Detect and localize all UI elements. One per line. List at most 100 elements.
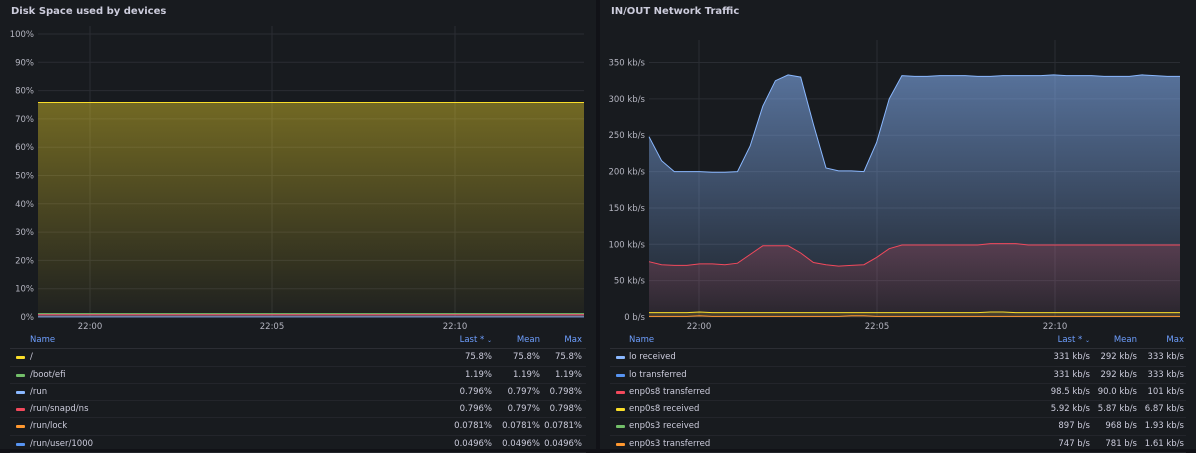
legend-header-max[interactable]: Max xyxy=(564,332,582,348)
disk-space-panel: Disk Space used by devices 0% 10% 20% 30% 40… xyxy=(0,0,596,453)
legend-last: 0.796% xyxy=(459,386,492,397)
series-area xyxy=(38,102,584,318)
legend-name[interactable]: enp0s3 transferred xyxy=(629,436,710,452)
legend-name[interactable]: /run/lock xyxy=(30,418,67,434)
x-tick-label: 22:00 xyxy=(78,322,103,332)
y-tick-label: 60% xyxy=(15,143,34,153)
y-tick-label: 250 kb/s xyxy=(608,131,645,141)
legend-max: 6.87 kb/s xyxy=(1144,404,1184,415)
legend-last: 98.5 kb/s xyxy=(1050,386,1090,397)
x-tick-label: 22:05 xyxy=(260,322,285,332)
series-color-swatch[interactable] xyxy=(16,425,25,429)
legend-max: 1.93 kb/s xyxy=(1144,421,1184,432)
legend-header-last[interactable]: Last * ⌄ xyxy=(460,332,492,349)
legend-name[interactable]: /run/snapd/ns xyxy=(30,401,89,417)
legend-name[interactable]: lo transferred xyxy=(629,367,687,383)
legend-max: 1.19% xyxy=(554,369,582,380)
legend-row[interactable]: enp0s3 transferred 747 b/s 781 b/s 1.61 kb/… xyxy=(610,436,1186,453)
legend-row[interactable]: enp0s8 received 5.92 kb/s 5.87 kb/s 6.87 kb… xyxy=(610,401,1186,419)
legend-row[interactable]: / 75.8% 75.8% 75.8% xyxy=(10,349,586,367)
legend-name[interactable]: enp0s8 received xyxy=(629,401,699,417)
legend-row[interactable]: /boot/efi 1.19% 1.19% 1.19% xyxy=(10,367,586,384)
y-tick-label: 20% xyxy=(15,256,34,266)
legend-header-name[interactable]: Name xyxy=(629,332,654,348)
legend-max: 0.798% xyxy=(549,386,582,397)
legend-name[interactable]: enp0s8 transferred xyxy=(629,384,710,400)
network-traffic-panel: IN/OUT Network Traffic 0 b/s 50 kb/s 100 k… xyxy=(600,0,1196,453)
legend-mean: 0.797% xyxy=(507,404,540,415)
disk-legend: Name Last * ⌄ Mean Max /75.8% 75.8% 75.8% /… xyxy=(10,332,586,453)
sort-desc-icon: ⌄ xyxy=(486,337,492,344)
legend-row[interactable]: lo received 331 kb/s 292 kb/s 333 kb/s xyxy=(610,349,1186,367)
legend-last: 0.0496% xyxy=(454,438,492,449)
y-tick-label: 300 kb/s xyxy=(608,95,645,105)
series-color-swatch[interactable] xyxy=(16,373,25,377)
legend-name[interactable]: /run/user/1000 xyxy=(30,436,93,452)
legend-max: 0.0496% xyxy=(544,438,582,449)
legend-mean: 292 kb/s xyxy=(1100,369,1137,380)
legend-last: 897 b/s xyxy=(1058,421,1090,432)
legend-row[interactable]: enp0s3 received 897 b/s 968 b/s 1.93 kb/s xyxy=(610,418,1186,436)
legend-mean: 75.8% xyxy=(512,352,540,363)
legend-mean: 0.0781% xyxy=(502,421,540,432)
y-tick-label: 80% xyxy=(15,87,34,97)
legend-header-max[interactable]: Max xyxy=(1166,332,1184,348)
legend-header-mean[interactable]: Mean xyxy=(517,332,540,348)
series-color-swatch[interactable] xyxy=(16,442,25,446)
legend-row[interactable]: /run 0.796% 0.797% 0.798% xyxy=(10,384,586,402)
legend-mean: 968 b/s xyxy=(1105,421,1137,432)
sort-desc-icon: ⌄ xyxy=(1084,337,1090,344)
legend-mean: 781 b/s xyxy=(1105,438,1137,449)
series-color-swatch[interactable] xyxy=(616,425,625,429)
legend-header-name[interactable]: Name xyxy=(30,332,55,348)
legend-name[interactable]: enp0s3 received xyxy=(629,418,699,434)
legend-name[interactable]: /run xyxy=(30,384,47,400)
legend-header: Name Last * ⌄ Mean Max xyxy=(10,332,586,350)
legend-last: 75.8% xyxy=(464,352,492,363)
legend-row[interactable]: enp0s8 transferred 98.5 kb/s 90.0 kb/s 101 … xyxy=(610,384,1186,402)
legend-mean: 5.87 kb/s xyxy=(1097,404,1137,415)
x-tick-label: 22:10 xyxy=(1043,322,1068,332)
legend-row[interactable]: /run/lock 0.0781% 0.0781% 0.0781% xyxy=(10,418,586,436)
series-color-swatch[interactable] xyxy=(16,356,25,360)
y-tick-label: 50 kb/s xyxy=(614,277,646,287)
y-tick-label: 40% xyxy=(15,200,34,210)
y-tick-label: 10% xyxy=(15,285,34,295)
x-tick-label: 22:05 xyxy=(865,322,890,332)
legend-row[interactable]: /run/snapd/ns 0.796% 0.797% 0.798% xyxy=(10,401,586,419)
series-color-swatch[interactable] xyxy=(616,408,625,412)
series-color-swatch[interactable] xyxy=(616,356,625,360)
legend-mean: 1.19% xyxy=(512,369,540,380)
y-tick-label: 70% xyxy=(15,115,34,125)
legend-last: 1.19% xyxy=(464,369,492,380)
legend-header-last[interactable]: Last * ⌄ xyxy=(1058,332,1090,349)
y-tick-label: 150 kb/s xyxy=(608,204,645,214)
y-tick-label: 200 kb/s xyxy=(608,168,645,178)
legend-name[interactable]: /boot/efi xyxy=(30,367,65,383)
y-tick-label: 30% xyxy=(15,228,34,238)
legend-row[interactable]: lo transferred 331 kb/s 292 kb/s 333 kb/s xyxy=(610,367,1186,384)
series-color-swatch[interactable] xyxy=(616,390,625,394)
series-color-swatch[interactable] xyxy=(616,442,625,446)
series-color-swatch[interactable] xyxy=(16,390,25,394)
legend-last: 331 kb/s xyxy=(1053,352,1090,363)
legend-name[interactable]: lo received xyxy=(629,349,676,365)
legend-row[interactable]: /run/user/1000 0.0496% 0.0496% 0.0496% xyxy=(10,436,586,453)
legend-max: 101 kb/s xyxy=(1147,386,1184,397)
y-tick-label: 350 kb/s xyxy=(608,59,645,69)
legend-max: 0.0781% xyxy=(544,421,582,432)
legend-max: 1.61 kb/s xyxy=(1144,438,1184,449)
series-color-swatch[interactable] xyxy=(16,408,25,412)
network-traffic-chart[interactable]: 0 b/s 50 kb/s 100 kb/s 150 kb/s 200 kb/s 250 … xyxy=(600,0,1196,332)
y-tick-label: 50% xyxy=(15,172,34,182)
y-tick-label: 0% xyxy=(21,313,35,323)
legend-max: 333 kb/s xyxy=(1147,369,1184,380)
legend-mean: 0.797% xyxy=(507,386,540,397)
legend-name[interactable]: / xyxy=(30,349,33,365)
series-color-swatch[interactable] xyxy=(616,373,625,377)
y-tick-label: 100 kb/s xyxy=(608,240,645,250)
disk-space-chart[interactable]: 0% 10% 20% 30% 40% 50% 60% 70% 80% 90% 100% 22:00 22… xyxy=(0,0,596,332)
legend-last: 5.92 kb/s xyxy=(1050,404,1090,415)
legend-max: 0.798% xyxy=(549,404,582,415)
legend-header-mean[interactable]: Mean xyxy=(1114,332,1137,348)
